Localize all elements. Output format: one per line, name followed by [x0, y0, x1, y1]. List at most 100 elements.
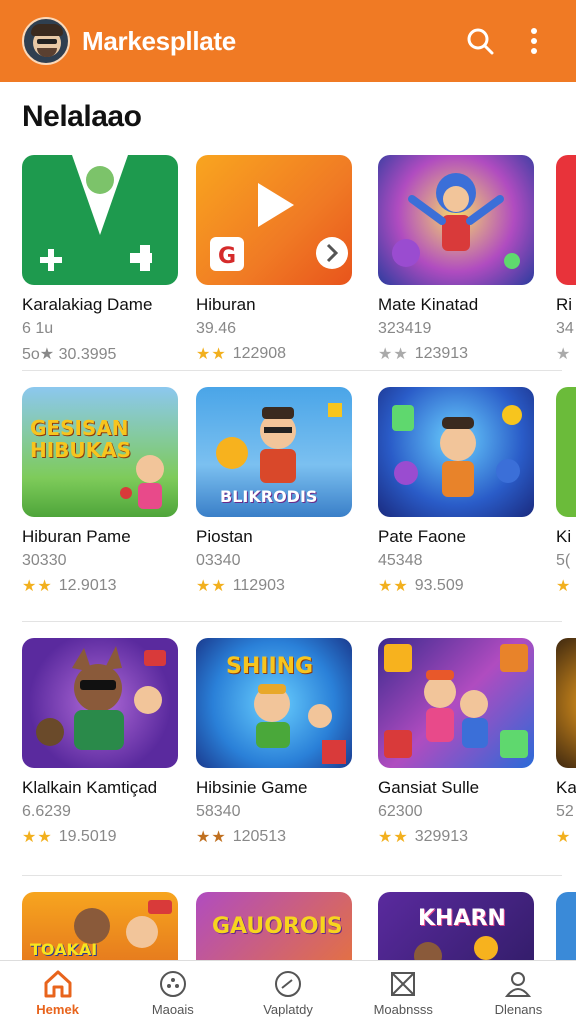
rating-value: 93.509	[414, 577, 464, 594]
app-rating: ★	[556, 344, 576, 364]
thumbnail-title: GAUOROIS	[212, 914, 343, 939]
rating-value: 123913	[414, 345, 469, 362]
app-meta: 6.6239	[22, 803, 71, 820]
app-card[interactable]: Ki 5( ★	[556, 387, 576, 596]
thumbnail-title: BLIKRODIS	[220, 487, 318, 506]
svg-text:G: G	[218, 244, 236, 269]
row-divider	[22, 370, 562, 371]
app-thumbnail	[556, 892, 576, 960]
profile-icon	[505, 972, 532, 997]
section-title: Nelalaao	[22, 100, 142, 133]
home-icon	[44, 970, 72, 998]
app-card[interactable]: SHIING Hibsinie Game 58340 ★★ 120513	[196, 638, 356, 847]
app-meta: 62300	[378, 803, 423, 820]
app-meta: 34	[556, 320, 574, 337]
app-card[interactable]: Pate Faone 45348 ★★ 93.509	[378, 387, 538, 596]
app-card[interactable]: TOAKAI	[22, 892, 182, 960]
nav-home[interactable]: Hemek	[0, 961, 115, 1024]
app-rating: ★★ 122908	[196, 344, 356, 364]
rating-value: 122908	[232, 345, 287, 362]
app-rating: ★	[556, 576, 576, 596]
app-meta: 323419	[378, 320, 432, 337]
nav-profile[interactable]: Dlenans	[461, 961, 576, 1024]
search-icon[interactable]	[460, 21, 500, 61]
app-thumbnail	[556, 155, 576, 285]
app-rating: ★	[556, 827, 576, 847]
app-thumbnail	[22, 155, 178, 285]
app-rating: ★★ 123913	[378, 344, 538, 364]
app-meta: 6 1u	[22, 320, 54, 337]
star-rating-icon: ★	[556, 578, 572, 595]
app-card[interactable]: Gansiat Sulle 62300 ★★ 329913	[378, 638, 538, 847]
app-card[interactable]: GESISAN HIBUKAS Hiburan Pame 30330 ★★ 12.…	[22, 387, 182, 596]
nav-explore[interactable]: Vaplatdy	[230, 961, 345, 1024]
app-name: Ki	[556, 527, 572, 546]
app-card[interactable]: Ka 52 ★	[556, 638, 576, 847]
star-rating-icon: ★★	[196, 829, 227, 846]
app-rating: ★★ 19.5019	[22, 827, 182, 847]
compass-icon	[275, 971, 301, 997]
app-card[interactable]	[556, 892, 576, 960]
app-grid: Karalakiag Dame 6 1u 5o★ 30.3995 G Hibur…	[22, 155, 576, 960]
star-rating-icon: ★★	[378, 346, 409, 363]
app-name: Gansiat Sulle	[378, 778, 480, 797]
app-rating: 5o★ 30.3995	[22, 344, 182, 364]
app-thumbnail: BLIKRODIS	[196, 387, 352, 517]
app-thumbnail	[378, 387, 534, 517]
app-meta: 30330	[22, 552, 67, 569]
star-rating-icon: ★★	[22, 578, 53, 595]
bottom-navigation: Hemek Maoais Vaplatdy Moabnsss Dlenans	[0, 960, 576, 1024]
app-name: Pate Faone	[378, 527, 466, 546]
star-rating-icon: ★★	[378, 578, 409, 595]
app-thumbnail: TOAKAI	[22, 892, 178, 960]
nav-library[interactable]: Moabnsss	[346, 961, 461, 1024]
row-divider	[22, 875, 562, 876]
nav-label: Maoais	[151, 1002, 194, 1017]
app-card[interactable]: Klalkain Kamtiçad 6.6239 ★★ 19.5019	[22, 638, 182, 847]
app-rating: ★★ 93.509	[378, 576, 538, 596]
app-name: Ka	[556, 778, 576, 797]
star-rating-icon: ★★	[22, 829, 53, 846]
star-rating-icon: ★★	[378, 829, 409, 846]
row-divider	[22, 621, 562, 622]
nav-label: Hemek	[36, 1002, 79, 1017]
app-card[interactable]: Mate Kinatad 323419 ★★ 123913	[378, 155, 538, 364]
app-name: Hibsinie Game	[196, 778, 308, 797]
more-vert-icon[interactable]	[514, 21, 554, 61]
avatar-icon[interactable]	[22, 17, 70, 65]
nav-games[interactable]: Maoais	[115, 961, 230, 1024]
app-thumbnail	[22, 638, 178, 768]
rating-value: 329913	[414, 828, 469, 845]
app-thumbnail: GESISAN HIBUKAS	[22, 387, 178, 517]
app-card[interactable]: G Hiburan 39.46 ★★ 122908	[196, 155, 356, 364]
app-card[interactable]: Karalakiag Dame 6 1u 5o★ 30.3995	[22, 155, 182, 364]
app-rating: ★★ 329913	[378, 827, 538, 847]
app-meta: 5(	[556, 552, 571, 569]
games-icon	[159, 971, 186, 997]
app-card[interactable]: GAUOROIS	[196, 892, 356, 960]
app-name: Mate Kinatad	[378, 295, 479, 314]
app-thumbnail	[378, 155, 534, 285]
app-card[interactable]: Ri 34 ★	[556, 155, 576, 364]
app-card[interactable]: BLIKRODIS Piostan 03340 ★★ 112903	[196, 387, 356, 596]
nav-label: Vaplatdy	[263, 1002, 313, 1017]
app-thumbnail: SHIING	[196, 638, 352, 768]
app-name: Piostan	[196, 527, 253, 546]
thumbnail-title: TOAKAI	[30, 940, 98, 959]
rating-value: 120513	[232, 828, 287, 845]
app-thumbnail	[556, 638, 576, 768]
star-rating-icon: ★	[556, 829, 572, 846]
app-thumbnail: KHARN	[378, 892, 534, 960]
app-meta: 45348	[378, 552, 423, 569]
library-icon	[391, 972, 416, 996]
star-rating-icon: ★★	[196, 346, 227, 363]
app-meta: 52	[556, 803, 574, 820]
nav-label: Moabnsss	[373, 1002, 433, 1017]
rating-value: 5o★ 30.3995	[22, 346, 117, 363]
app-name: Karalakiag Dame	[22, 295, 153, 314]
app-name: Ri	[556, 295, 573, 314]
app-thumbnail	[556, 387, 576, 517]
app-card[interactable]: KHARN	[378, 892, 538, 960]
app-title: Markespllate	[82, 25, 236, 56]
app-thumbnail: G	[196, 155, 352, 285]
